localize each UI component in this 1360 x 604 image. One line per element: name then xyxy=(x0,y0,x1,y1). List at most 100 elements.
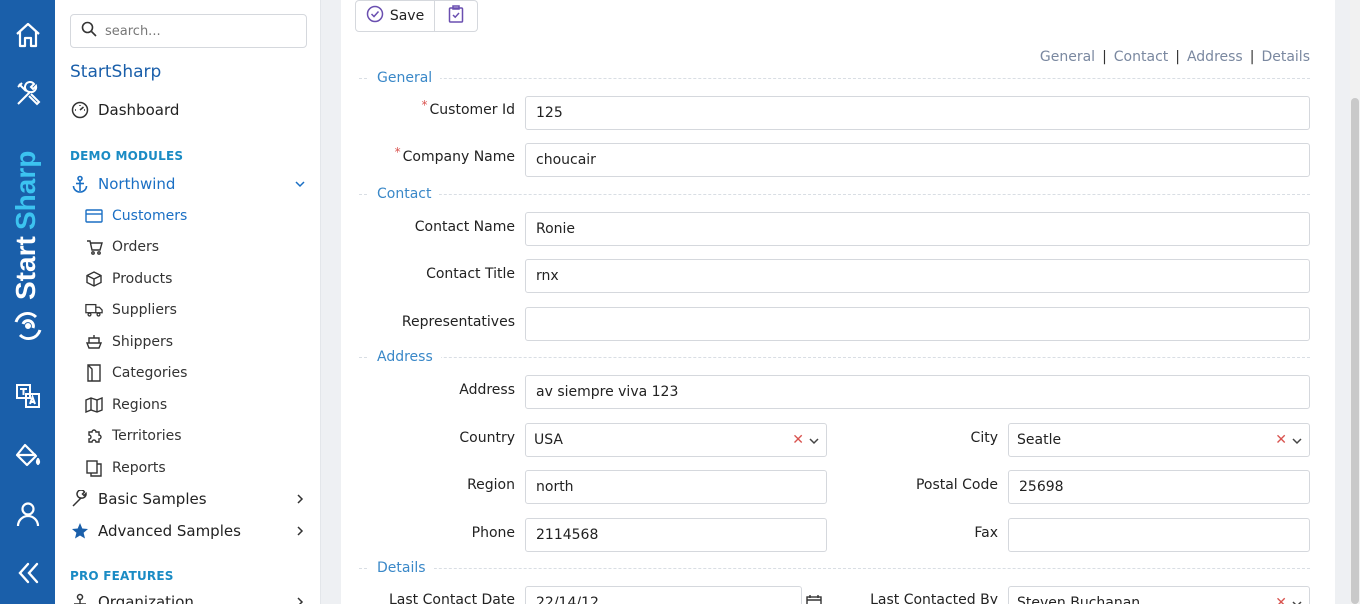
sidebar-item-label: Dashboard xyxy=(98,101,180,119)
calendar-icon[interactable] xyxy=(806,594,822,604)
sidebar-item-label: Organization xyxy=(98,593,194,604)
anchor-icon xyxy=(70,174,90,194)
last-contact-date-label: Last Contact Date xyxy=(389,592,515,604)
contact-title-field[interactable] xyxy=(525,259,1310,293)
tools-icon[interactable] xyxy=(0,74,55,114)
app-rail: Start Sharp xyxy=(0,0,55,604)
sidebar-item-label: Categories xyxy=(112,365,188,381)
scrollbar[interactable] xyxy=(1350,0,1360,604)
customer-dialog: Save General | Contact | Address | Details … xyxy=(341,0,1335,604)
postal-code-field[interactable] xyxy=(1008,470,1310,504)
sidebar-item-territories[interactable]: Territories xyxy=(85,427,182,445)
clipboard-check-icon xyxy=(448,5,464,27)
toolbar: Save xyxy=(355,0,478,32)
anchor-general[interactable]: General xyxy=(1040,49,1095,65)
sidebar-item-label: Customers xyxy=(112,208,188,224)
truck-icon xyxy=(85,301,103,319)
category-anchors: General | Contact | Address | Details xyxy=(1039,49,1310,65)
sidebar-item-organization[interactable]: Organization xyxy=(70,592,306,604)
section-demo-modules: DEMO MODULES xyxy=(70,149,184,163)
chevron-right-icon xyxy=(294,593,306,604)
sidebar-item-label: Orders xyxy=(112,239,160,255)
cart-icon xyxy=(85,238,103,256)
contact-name-field[interactable] xyxy=(525,212,1310,246)
apply-changes-button[interactable] xyxy=(435,0,478,32)
sidebar-item-categories[interactable]: Categories xyxy=(85,364,187,382)
puzzle-icon xyxy=(85,427,103,445)
search-input[interactable] xyxy=(105,23,295,39)
chevron-down-icon[interactable] xyxy=(1291,598,1303,604)
phone-field[interactable] xyxy=(525,518,827,552)
contact-title-label: Contact Title xyxy=(426,266,515,282)
category-title: General xyxy=(369,70,441,86)
chevron-right-icon xyxy=(294,522,306,541)
city-select[interactable]: Seatle ✕ xyxy=(1008,423,1310,457)
sidebar-item-products[interactable]: Products xyxy=(85,270,172,288)
customer-id-field[interactable] xyxy=(525,96,1310,130)
fax-field[interactable] xyxy=(1008,518,1310,552)
home-icon[interactable] xyxy=(0,15,55,55)
category-contact: Contact xyxy=(359,186,1310,202)
clear-icon[interactable]: ✕ xyxy=(1275,432,1287,448)
sidebar-item-reports[interactable]: Reports xyxy=(85,459,166,477)
sidebar: StartSharp Dashboard DEMO MODULES Northw… xyxy=(55,0,321,604)
anchor-details[interactable]: Details xyxy=(1261,49,1310,65)
sidebar-item-shippers[interactable]: Shippers xyxy=(85,333,173,351)
app-title[interactable]: StartSharp xyxy=(70,62,161,82)
anchor-address[interactable]: Address xyxy=(1187,49,1243,65)
sidebar-item-label: Reports xyxy=(112,460,166,476)
last-contacted-by-value: Steven Buchanan xyxy=(1017,595,1141,604)
box-icon xyxy=(85,270,103,288)
category-title: Address xyxy=(369,349,441,365)
sidebar-item-customers[interactable]: Customers xyxy=(85,207,187,225)
sidebar-item-basic-samples[interactable]: Basic Samples xyxy=(70,489,306,509)
sidebar-item-advanced-samples[interactable]: Advanced Samples xyxy=(70,521,306,541)
address-label: Address xyxy=(459,382,515,398)
sidebar-item-label: Advanced Samples xyxy=(98,522,241,540)
svg-text:Sharp: Sharp xyxy=(10,151,41,230)
region-field[interactable] xyxy=(525,470,827,504)
last-contact-date-field[interactable] xyxy=(525,586,802,604)
star-icon xyxy=(70,521,90,541)
company-name-field[interactable] xyxy=(525,143,1310,177)
user-icon[interactable] xyxy=(0,494,55,534)
address-field[interactable] xyxy=(525,375,1310,409)
category-general: General xyxy=(359,70,1310,86)
translate-icon[interactable] xyxy=(0,376,55,416)
customer-id-label: * Customer Id xyxy=(421,98,515,118)
startsharp-brand-logo: Start Sharp xyxy=(8,140,48,350)
chevron-down-icon[interactable] xyxy=(808,435,820,451)
sidebar-item-orders[interactable]: Orders xyxy=(85,238,159,256)
search-icon xyxy=(81,21,97,41)
paint-bucket-icon[interactable] xyxy=(0,435,55,475)
country-select[interactable]: USA ✕ xyxy=(525,423,827,457)
sidebar-item-regions[interactable]: Regions xyxy=(85,396,167,414)
chevron-right-icon xyxy=(294,490,306,509)
country-label: Country xyxy=(459,430,515,446)
sidebar-item-northwind[interactable]: Northwind xyxy=(70,174,306,194)
category-details: Details xyxy=(359,560,1310,576)
clear-icon[interactable]: ✕ xyxy=(1275,595,1287,604)
save-button[interactable]: Save xyxy=(355,0,435,32)
sidebar-item-suppliers[interactable]: Suppliers xyxy=(85,301,177,319)
save-button-label: Save xyxy=(389,8,425,24)
collapse-icon[interactable] xyxy=(0,553,55,593)
last-contacted-by-select[interactable]: Steven Buchanan ✕ xyxy=(1008,586,1310,604)
sidebar-item-label: Products xyxy=(112,271,173,287)
anchor-contact[interactable]: Contact xyxy=(1114,49,1168,65)
chevron-down-icon xyxy=(294,175,306,194)
clear-icon[interactable]: ✕ xyxy=(792,432,804,448)
svg-text:Start: Start xyxy=(10,236,41,300)
reports-icon xyxy=(85,459,103,477)
chevron-down-icon[interactable] xyxy=(1291,435,1303,451)
sidebar-item-label: Basic Samples xyxy=(98,490,207,508)
city-label: City xyxy=(970,430,998,446)
wrench-icon xyxy=(70,489,90,509)
sidebar-item-dashboard[interactable]: Dashboard xyxy=(70,100,179,120)
category-title: Details xyxy=(369,560,434,576)
scrollbar-thumb[interactable] xyxy=(1351,98,1359,604)
representatives-field[interactable] xyxy=(525,307,1310,341)
postal-code-label: Postal Code xyxy=(915,477,998,493)
sidebar-item-label: Regions xyxy=(112,397,168,413)
sidebar-item-label: Northwind xyxy=(98,175,176,193)
